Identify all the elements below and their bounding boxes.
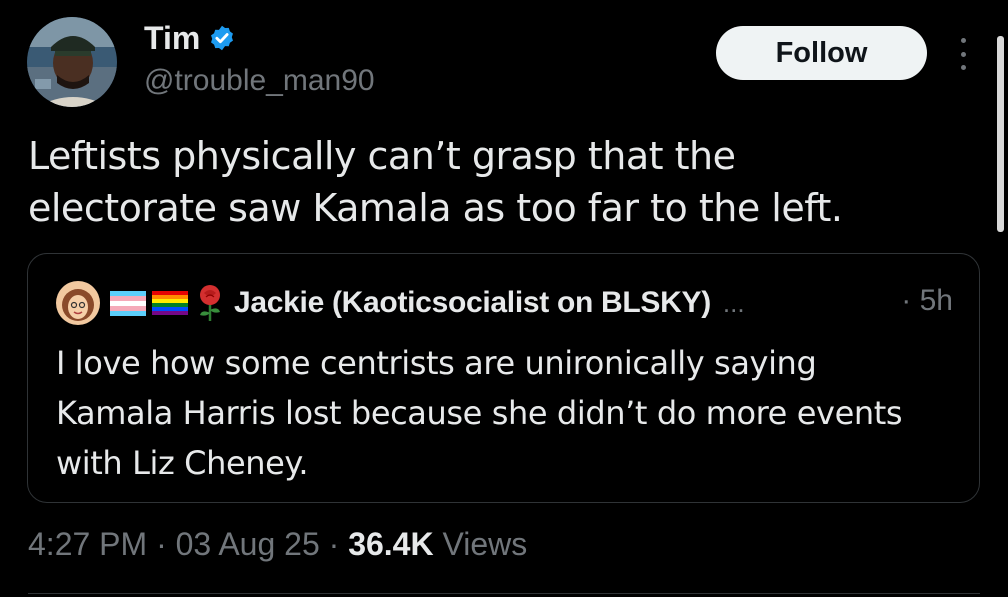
avatar-image bbox=[27, 17, 117, 107]
quoted-text-line: I love how some centrists are unironical… bbox=[56, 344, 817, 382]
tweet-text-line: electorate saw Kamala as too far to the … bbox=[28, 186, 843, 230]
rose-icon bbox=[200, 285, 220, 321]
more-dot bbox=[960, 38, 966, 43]
tweet-page: Tim @trouble_man90 Follow Leftists physi… bbox=[0, 0, 1008, 597]
more-dot bbox=[960, 65, 966, 70]
quoted-tweet-header: Jackie (Kaoticsocialist on BLSKY) ... bbox=[56, 280, 745, 326]
meta-separator: · bbox=[147, 526, 176, 562]
meta-separator: · bbox=[319, 526, 349, 562]
divider bbox=[28, 593, 980, 594]
quoted-tweet-text: I love how some centrists are unironical… bbox=[56, 338, 956, 488]
quoted-text-line: Kamala Harris lost because she didn’t do… bbox=[56, 394, 903, 432]
quoted-text-line: with Liz Cheney. bbox=[56, 444, 309, 482]
author-handle[interactable]: @trouble_man90 bbox=[144, 62, 375, 100]
tweet-time[interactable]: 4:27 PM bbox=[28, 526, 147, 562]
tweet-metadata: 4:27 PM · 03 Aug 25 · 36.4K Views bbox=[28, 524, 527, 564]
tweet-text-line: Leftists physically can’t grasp that the bbox=[28, 134, 736, 178]
more-dot bbox=[960, 51, 966, 57]
quoted-author-name[interactable]: Jackie (Kaoticsocialist on BLSKY) bbox=[234, 286, 711, 320]
quoted-name-ellipsis: ... bbox=[722, 287, 745, 318]
author-name-row: Tim bbox=[144, 18, 236, 58]
rainbow-flag-icon bbox=[152, 291, 188, 315]
verified-badge-icon bbox=[211, 25, 234, 51]
quoted-author-avatar[interactable] bbox=[56, 281, 100, 325]
quoted-tweet-time[interactable]: · 5h bbox=[901, 284, 953, 318]
more-options-icon[interactable] bbox=[950, 36, 976, 72]
transgender-flag-icon bbox=[110, 291, 146, 316]
scrollbar-thumb[interactable] bbox=[997, 36, 1004, 232]
tweet-date[interactable]: 03 Aug 25 bbox=[176, 526, 320, 562]
quoted-tweet-card[interactable]: Jackie (Kaoticsocialist on BLSKY) ... · … bbox=[27, 253, 980, 503]
follow-button[interactable]: Follow bbox=[716, 26, 927, 80]
quoted-avatar-image bbox=[56, 281, 100, 325]
author-display-name[interactable]: Tim bbox=[144, 18, 200, 58]
tweet-text: Leftists physically can’t grasp that the… bbox=[28, 130, 968, 234]
views-count: 36.4K bbox=[348, 526, 434, 562]
author-avatar[interactable] bbox=[27, 17, 117, 107]
views-label: Views bbox=[433, 526, 528, 562]
